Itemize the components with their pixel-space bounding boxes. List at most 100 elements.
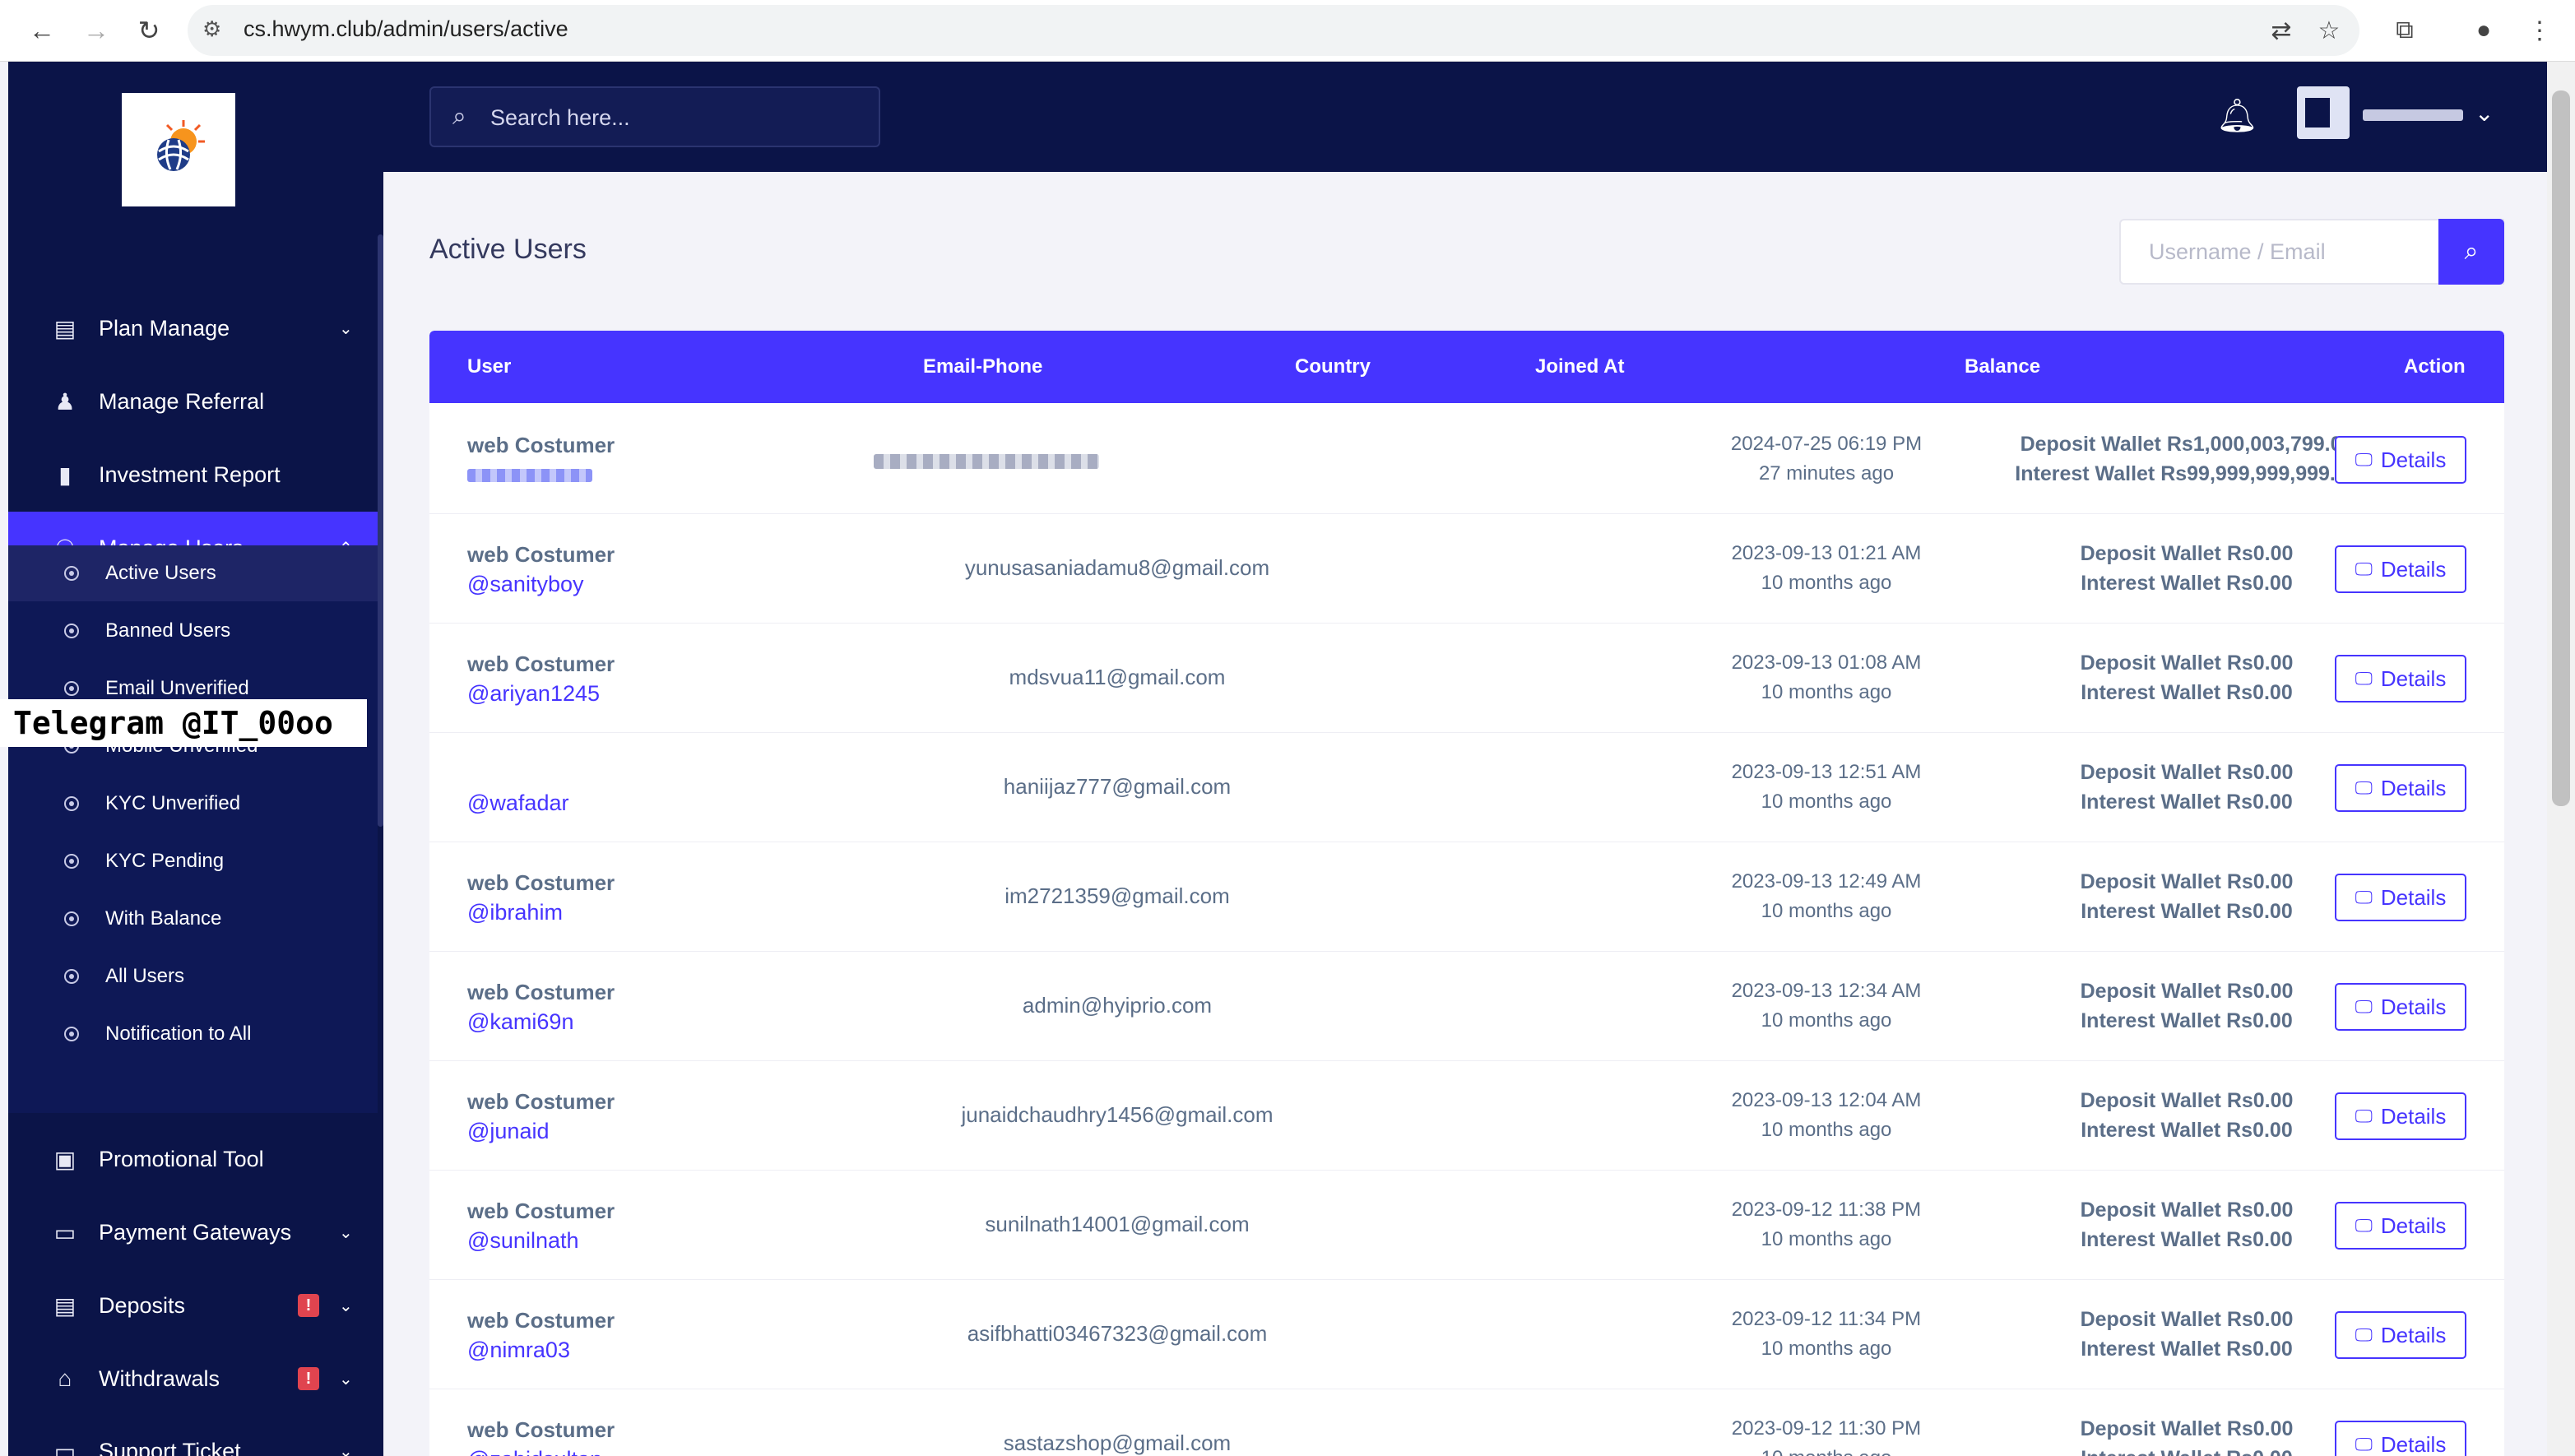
sidebar: ▤ Plan Manage ⌄ ♟ Manage Referral ▮ Inve… [8,62,383,1456]
menu-support-ticket[interactable]: ▭ Support Ticket ⌄ [8,1415,378,1456]
sidebar-scrollbar[interactable] [378,234,383,827]
menu-deposits[interactable]: ▤ Deposits ! ⌄ [8,1269,378,1342]
table-row: web Costumer @kami69n admin@hyiprio.com … [429,952,2504,1062]
username-redacted[interactable] [467,469,592,482]
email-redacted [874,454,1099,469]
user-fullname: web Costumer [467,1199,615,1223]
user-email: sastazshop@gmail.com [1003,1430,1232,1455]
user-handle-link[interactable]: @ariyan1245 [467,681,600,707]
address-bar[interactable]: ⚙ cs.hwym.club/admin/users/active [188,5,2359,56]
menu-withdrawals[interactable]: ⌂ Withdrawals ! ⌄ [8,1342,378,1415]
joined-relative: 10 months ago [1761,572,1892,594]
document-icon: ▤ [53,1292,77,1319]
translate-icon[interactable]: ⇄ [2262,12,2300,49]
joined-date: 2023-09-13 01:21 AM [1731,542,1922,564]
circle-dot-icon [64,624,79,638]
joined-date: 2023-09-13 12:34 AM [1731,980,1922,1002]
browser-toolbar: ← → ↻ ⚙ cs.hwym.club/admin/users/active … [0,0,2575,62]
chevron-down-icon: ⌄ [339,1296,353,1315]
joined-relative: 10 months ago [1761,1009,1892,1032]
logo-icon [157,120,205,171]
top-navbar: ⌕ Search here... 🔔︎ ⌄ [383,62,2547,172]
details-label: Details [2380,447,2447,472]
user-fullname: web Costumer [467,433,615,457]
back-icon[interactable]: ← [21,10,63,51]
bell-icon[interactable]: 🔔︎ [2216,96,2258,135]
details-button[interactable]: 🖵 Details [2335,983,2466,1031]
submenu-all-users[interactable]: All Users [8,948,378,1004]
profile-icon[interactable]: ● [2465,12,2503,49]
details-button[interactable]: 🖵 Details [2335,655,2466,702]
avatar[interactable] [2297,86,2350,139]
user-handle-link[interactable]: @wafadar [467,791,568,816]
table-row: web Costumer @nimra03 asifbhatti03467323… [429,1280,2504,1390]
details-button[interactable]: 🖵 Details [2335,874,2466,921]
page-title: Active Users [429,234,587,265]
site-settings-icon[interactable]: ⚙ [202,16,221,42]
global-search[interactable]: ⌕ Search here... [429,86,880,147]
monitor-icon: 🖵 [2355,559,2373,579]
monitor-icon: 🖵 [2355,887,2373,907]
user-handle-link[interactable]: @sanityboy [467,572,583,597]
header-action: Action [2404,355,2466,378]
joined-date: 2024-07-25 06:19 PM [1730,433,1923,455]
submenu-with-balance[interactable]: With Balance [8,891,378,947]
alert-badge: ! [298,1294,319,1317]
submenu-kyc-unverified[interactable]: KYC Unverified [8,776,378,832]
details-label: Details [2380,1322,2447,1347]
joined-relative: 10 months ago [1761,1228,1892,1250]
submenu-active-users[interactable]: Active Users [8,545,378,601]
submenu-kyc-pending[interactable]: KYC Pending [8,833,378,889]
forward-icon[interactable]: → [76,10,117,51]
menu-plan-manage[interactable]: ▤ Plan Manage ⌄ [8,292,378,364]
menu-payment-gateways[interactable]: ▭ Payment Gateways ⌄ [8,1196,378,1268]
user-handle-link[interactable]: @ibrahim [467,900,563,925]
monitor-icon: 🖵 [2355,1434,2373,1454]
details-button[interactable]: 🖵 Details [2335,436,2466,484]
username-redacted[interactable] [2363,109,2463,121]
menu-investment-report[interactable]: ▮ Investment Report [8,438,378,511]
chevron-down-circle-icon[interactable]: ⌄ [2475,100,2494,127]
table-row: web Costumer @zahidsultan sastazshop@gma… [429,1389,2504,1456]
submenu-notification-to-all[interactable]: Notification to All [8,1006,378,1062]
details-label: Details [2380,1213,2447,1238]
submenu-banned-users[interactable]: Banned Users [8,603,378,659]
details-button[interactable]: 🖵 Details [2335,764,2466,812]
joined-date: 2023-09-12 11:38 PM [1731,1199,1922,1221]
details-button[interactable]: 🖵 Details [2335,1311,2466,1359]
user-handle-link[interactable]: @sunilnath [467,1228,579,1254]
joined-relative: 10 months ago [1703,1447,1950,1456]
details-button[interactable]: 🖵 Details [2335,1421,2466,1456]
details-label: Details [2380,665,2447,691]
details-button[interactable]: 🖵 Details [2335,545,2466,593]
details-button[interactable]: 🖵 Details [2335,1092,2466,1140]
header-joined-at: Joined At [1535,355,1625,378]
menu-kebab-icon[interactable]: ⋮ [2521,12,2559,49]
details-label: Details [2380,556,2447,582]
user-handle-link[interactable]: @zahidsultan [467,1447,602,1456]
menu-manage-referral[interactable]: ♟ Manage Referral [8,365,378,438]
details-button[interactable]: 🖵 Details [2335,1202,2466,1250]
joined-date: 2023-09-13 12:04 AM [1731,1089,1922,1111]
search-icon: ⌕ [452,103,466,130]
reload-icon[interactable]: ↻ [128,10,169,51]
monitor-icon: 🖵 [2355,668,2373,689]
table-header: User Email-Phone Country Joined At Balan… [429,331,2504,403]
user-handle-link[interactable]: @nimra03 [467,1338,570,1363]
brand-logo[interactable] [122,93,235,206]
circle-dot-icon [64,969,79,984]
page-scrollbar-thumb[interactable] [2552,90,2570,806]
chevron-down-icon: ⌄ [339,1223,353,1242]
user-fullname: web Costumer [467,1089,615,1114]
details-label: Details [2380,775,2447,800]
ticket-icon: ▭ [53,1438,77,1456]
search-button[interactable]: ⌕ [2438,219,2504,285]
menu-promotional-tool[interactable]: ▣ Promotional Tool [8,1123,378,1195]
user-handle-link[interactable]: @junaid [467,1119,549,1144]
bookmark-star-icon[interactable]: ☆ [2310,12,2348,49]
user-handle-link[interactable]: @kami69n [467,1009,573,1035]
image-icon: ▣ [53,1146,77,1172]
global-search-placeholder: Search here... [490,105,630,130]
extensions-icon[interactable]: ⧉ [2386,12,2424,49]
details-label: Details [2380,1103,2447,1129]
